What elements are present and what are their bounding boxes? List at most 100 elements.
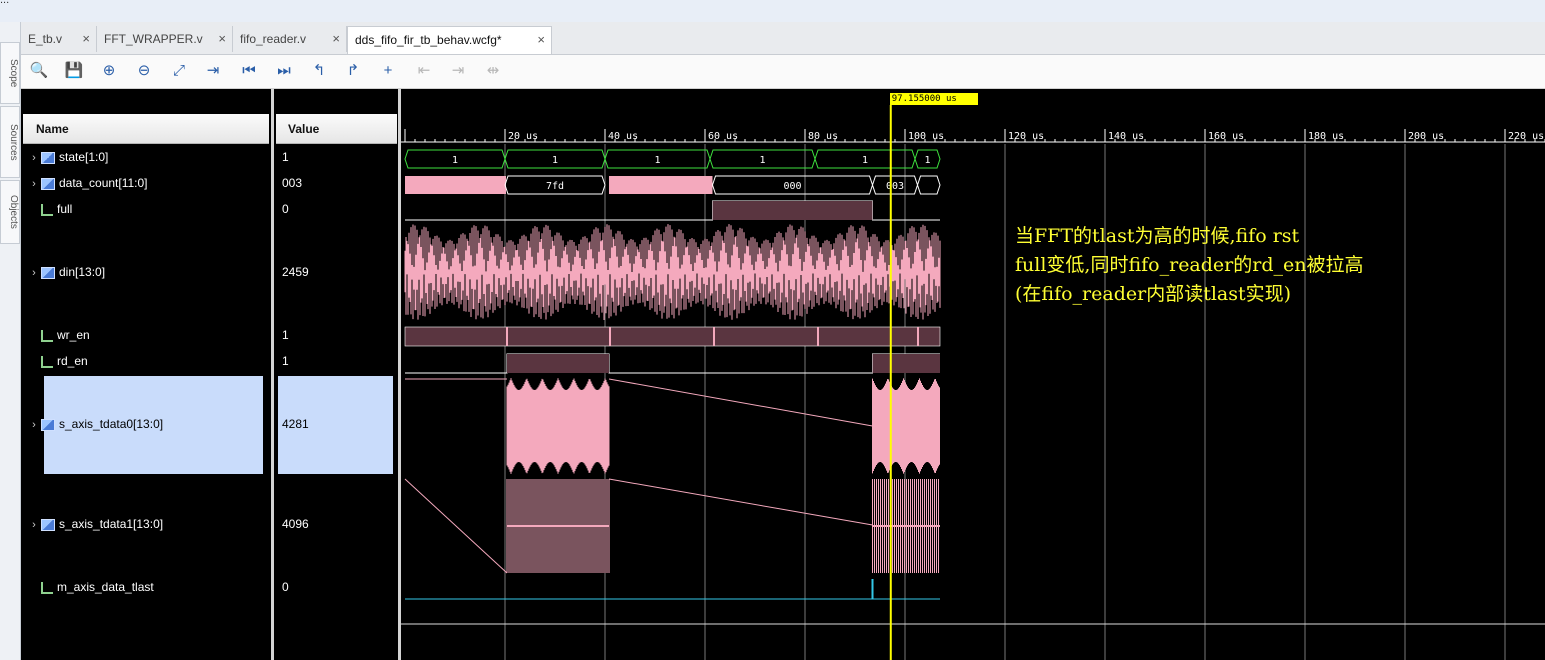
signal-row-name[interactable]: rd_en [27,351,267,371]
tab-e-tb[interactable]: E_tb.v × [21,26,97,52]
side-tab-sources[interactable]: Sources [0,106,20,178]
close-icon[interactable]: × [82,26,90,52]
signal-name: wr_en [57,328,90,342]
signal-value: 003 [282,176,303,190]
wr-en-high-fill [404,326,941,347]
window-title: ... [0,0,10,6]
bit-signal-icon [41,581,53,594]
signal-value: 1 [282,328,289,342]
cursor-time-label[interactable]: 97.155000 us [889,93,978,105]
tab-fft-wrapper[interactable]: FFT_WRAPPER.v × [97,26,233,52]
tdata0-burst [506,378,610,474]
bus-value-label: 1 [924,155,930,166]
signal-name: full [57,202,73,216]
data-count-burst [609,176,713,194]
column-header-name[interactable]: Name [23,114,269,144]
rd-en-wave [405,353,940,374]
signal-row-name[interactable]: › data_count[11:0] [27,173,267,193]
annotation-line: 当FFT的tlast为高的时候,fifo rst [1015,225,1300,247]
chevron-right-icon[interactable]: › [27,174,41,194]
waveform-canvas[interactable]: 20 us 40 us 60 us 80 us 100 us 120 us 140 us 16… [401,89,1545,660]
annotation-line: (在fifo_reader内部读tlast实现) [1015,283,1292,305]
close-icon[interactable]: × [537,27,545,53]
signal-name: din[13:0] [59,265,106,279]
signal-name: m_axis_data_tlast [57,580,154,594]
signal-value: 4281 [282,417,309,431]
bus-value-label: 1 [759,155,765,166]
go-to-start-icon[interactable]: ⏮ [238,61,260,81]
add-marker-icon[interactable]: + [377,61,399,81]
zoom-in-icon[interactable]: ⊕ [98,61,120,81]
signal-name: s_axis_tdata1[13:0] [59,517,164,531]
annotation-text: 当FFT的tlast为高的时候,fifo rst full变低,同时fifo_r… [1015,222,1363,309]
signal-name: rd_en [57,354,88,368]
time-axis-label: 180 us [1308,131,1344,142]
zoom-fit-icon[interactable]: ⤢ [168,61,190,81]
next-transition-icon[interactable]: ↱ [342,61,364,81]
data-count-burst [405,176,506,194]
tdata0-ramp [608,378,873,427]
signal-value: 1 [282,150,289,164]
time-axis-label: 40 us [608,131,638,142]
time-axis-label: 100 us [908,131,944,142]
swap-cursors-icon[interactable]: ⇹ [482,61,504,81]
chevron-right-icon[interactable]: › [27,415,41,435]
signal-row-name[interactable]: full [27,199,267,219]
side-tab-scope[interactable]: Scope [0,42,20,104]
signal-row-name[interactable]: › state[1:0] [27,147,267,167]
signal-row-name[interactable]: › s_axis_tdata0[13:0] [27,414,267,434]
time-axis-label: 140 us [1108,131,1144,142]
tdata0-burst [872,378,940,474]
next-marker-icon[interactable]: ⇥ [447,61,469,81]
signal-value: 2459 [282,265,309,279]
side-tab-objects[interactable]: Objects [0,180,20,244]
bus-value-label: 1 [552,155,558,166]
tab-wcfg[interactable]: dds_fifo_fir_tb_behav.wcfg* × [347,26,552,54]
search-icon[interactable]: 🔍 [28,61,50,81]
bus-signal-icon [41,418,55,431]
zoom-out-icon[interactable]: ⊖ [133,61,155,81]
signal-value: 0 [282,202,289,216]
bit-signal-icon [41,329,53,342]
bit-signal-icon [41,203,53,216]
title-strip: ... [0,0,1545,23]
close-icon[interactable]: × [218,26,226,52]
full-high-fill [712,201,873,220]
signal-row-name[interactable]: › din[13:0] [27,262,267,282]
time-axis-label: 80 us [808,131,838,142]
go-to-end-icon[interactable]: ⏭ [273,61,295,81]
signal-row-name[interactable]: m_axis_data_tlast [27,577,267,597]
left-side-panel: Scope Sources Objects [0,22,21,660]
time-axis-label: 120 us [1008,131,1044,142]
column-header-value[interactable]: Value [276,114,397,144]
tdata1-ramp [608,478,873,526]
tab-fifo-reader[interactable]: fifo_reader.v × [233,26,347,52]
time-axis-label: 200 us [1408,131,1444,142]
bus-value-label: 1 [862,155,868,166]
bus-value-label: 1 [654,155,660,166]
signal-row-name[interactable]: › s_axis_tdata1[13:0] [27,514,267,534]
bus-signal-icon [41,177,55,190]
signal-name: data_count[11:0] [59,176,148,190]
go-to-cursor-icon[interactable]: ⇥ [202,61,224,81]
time-axis-label: 220 us [1508,131,1544,142]
chevron-right-icon[interactable]: › [27,148,41,168]
bus-value-label: 1 [452,155,458,166]
tab-label: FFT_WRAPPER.v [104,32,203,46]
signal-name: state[1:0] [59,150,109,164]
bus-value-label: 000 [783,181,801,192]
save-icon[interactable]: 💾 [63,61,85,81]
signal-value: 1 [282,354,289,368]
previous-marker-icon[interactable]: ⇤ [413,61,435,81]
signal-row-name[interactable]: wr_en [27,325,267,345]
signal-name: s_axis_tdata0[13:0] [59,417,164,431]
close-icon[interactable]: × [332,26,340,52]
tab-label: fifo_reader.v [240,32,307,46]
bus-value-label: 7fd [546,181,564,192]
previous-transition-icon[interactable]: ↰ [308,61,330,81]
chevron-right-icon[interactable]: › [27,515,41,535]
tab-label: E_tb.v [28,32,63,46]
rd-en-high-fill [872,354,940,373]
bus-signal-icon [41,151,55,164]
chevron-right-icon[interactable]: › [27,263,41,283]
